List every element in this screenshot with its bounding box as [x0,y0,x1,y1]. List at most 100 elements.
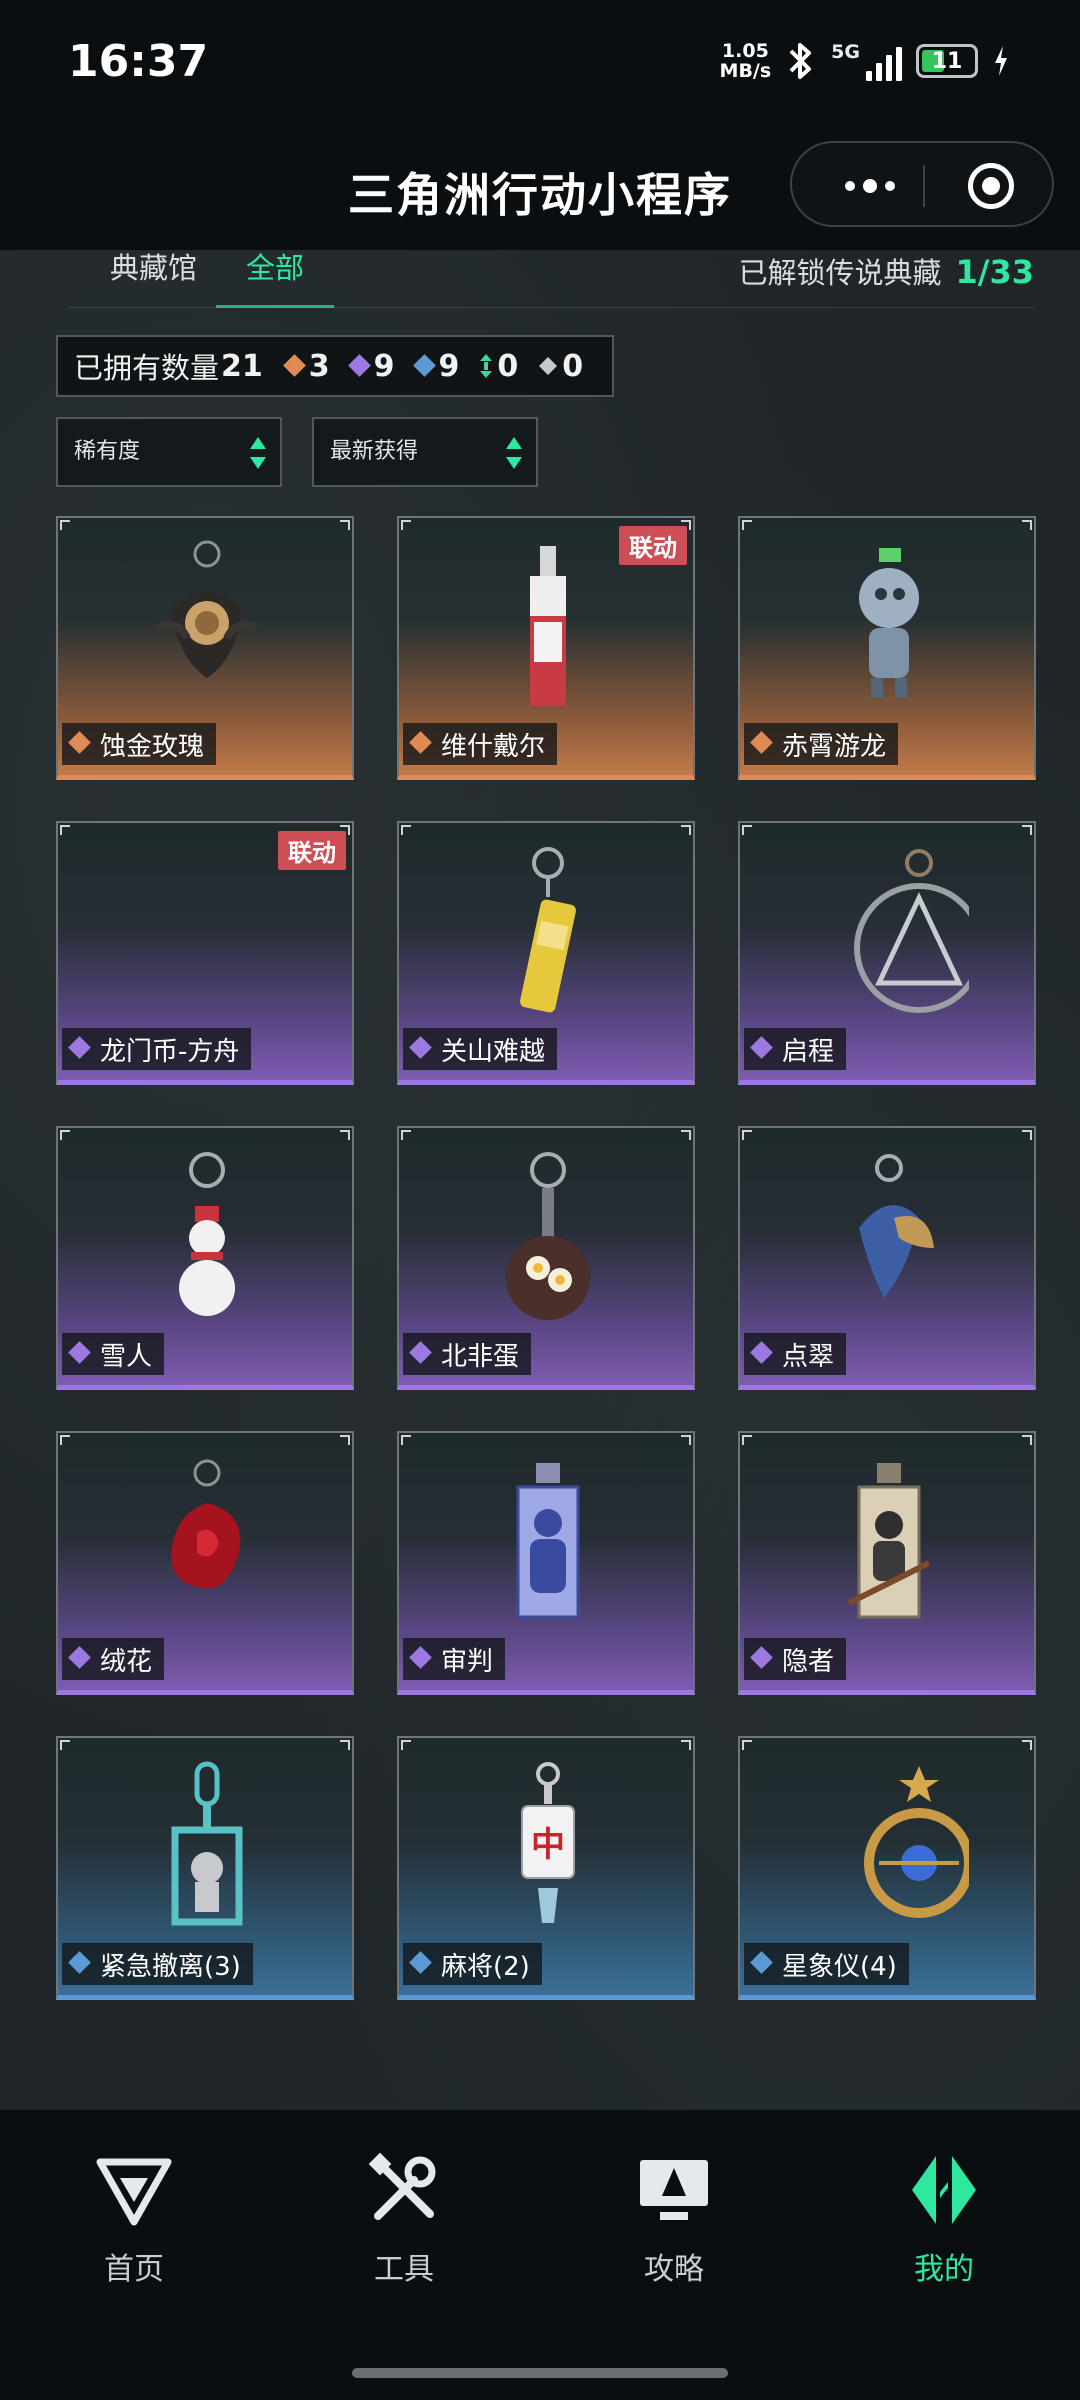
sort-arrows-icon [506,437,522,469]
collection-card[interactable]: 赤霄游龙 [738,516,1036,780]
tarot-card-art [516,1463,580,1619]
sort-arrows-icon [250,437,266,469]
bluetooth-icon [789,43,812,79]
rarity-purple-icon [411,1341,433,1365]
rarity-purple-icon [70,1036,92,1060]
rarity-purple-icon [752,1036,774,1060]
collection-tabs: 典藏馆 全部 已解锁传说典藏 1/33 [68,250,1034,308]
charging-icon [995,46,1007,76]
card-name-label: 星象仪(4) [744,1943,909,1985]
cellular-signal-icon: 5G [831,41,902,81]
collection-card[interactable]: 星象仪(4) [738,1736,1036,2000]
can-charm-art [520,847,576,1013]
collection-card[interactable]: 点翠 [738,1126,1036,1390]
rarity-purple-icon [752,1341,774,1365]
owned-summary: 已拥有数量 21 3 9 9 0 0 [56,335,614,397]
guide-icon [640,2160,708,2220]
card-name-label: 雪人 [62,1333,165,1375]
mahjong-tile-art: 中 [521,1762,575,1923]
battery-icon: 11 [916,44,978,78]
rarity-orange-icon [70,731,92,755]
collection-card[interactable]: 联动 龙门币-方舟 [56,821,354,1085]
rose-charm-art [157,540,257,678]
collection-card[interactable]: 雪人 [56,1126,354,1390]
unlock-count: 1/33 [955,253,1034,291]
tab-collection-hall[interactable]: 典藏馆 [110,250,197,308]
card-name-label: 启程 [744,1028,847,1070]
rarity-blue-icon [411,1951,433,1975]
more-options-icon[interactable] [820,143,920,229]
collection-card[interactable]: 中 麻将(2) [397,1736,695,2000]
collection-content: 典藏馆 全部 已解锁传说典藏1/33 已拥有数量 21 3 9 9 0 0 稀 [0,250,1080,2110]
card-name-label: 隐者 [744,1638,847,1680]
pan-charm-art [506,1152,590,1320]
rarity-orange-icon [285,354,305,377]
collection-card[interactable]: 紧急撤离(3) [56,1736,354,2000]
nav-home[interactable]: 首页 [54,2152,214,2288]
close-target-icon[interactable] [968,163,1014,209]
card-name-label: 龙门币-方舟 [62,1028,252,1070]
rarity-count-white: 0 [538,349,583,384]
rarity-purple-icon [350,354,370,377]
card-name-label: 麻将(2) [403,1943,542,1985]
tools-icon [368,2152,436,2220]
rarity-blue-icon [752,1951,774,1975]
status-bar: 16:37 1.05 MB/s 5G 11 [0,0,1080,125]
rarity-blue-icon [70,1951,92,1975]
legendary-unlock-progress: 已解锁传说典藏 1/33 [738,253,1035,291]
tab-all[interactable]: 全部 [215,250,335,308]
collection-card[interactable]: 关山难越 [397,821,695,1085]
nav-profile[interactable]: 我的 [864,2152,1024,2288]
rarity-purple-icon [70,1341,92,1365]
astrolabe-charm-art [864,1766,969,1918]
profile-logo-icon [912,2156,976,2224]
rarity-green-icon [480,354,493,378]
owned-count: 21 [221,348,263,384]
collab-tag: 联动 [278,831,346,870]
collection-card[interactable]: 绒花 [56,1431,354,1695]
collab-tag: 联动 [619,526,687,565]
rarity-count-green: 0 [479,349,518,384]
card-name-label: 维什戴尔 [403,723,558,765]
rarity-purple-icon [411,1646,433,1670]
card-name-label: 北非蛋 [403,1333,532,1375]
card-name-label: 审判 [403,1638,506,1680]
dragon-figure-art [859,548,919,698]
sort-order-select[interactable]: 最新获得 [312,417,538,487]
bird-charm-art [859,1154,934,1298]
rarity-purple-icon [411,1036,433,1060]
status-icons: 1.05 MB/s 5G 11 [720,36,1010,86]
collection-card[interactable]: 审判 [397,1431,695,1695]
evac-charm-art [171,1761,243,1926]
network-speed: 1.05 MB/s [719,40,772,82]
status-time: 16:37 [68,36,209,87]
rarity-count-blue: 9 [415,349,459,384]
card-charm-art [530,546,566,706]
snowman-charm-art [179,1152,235,1316]
rarity-count-purple: 9 [350,349,395,384]
home-indicator[interactable] [352,2368,728,2378]
nav-tools[interactable]: 工具 [324,2152,484,2288]
collection-card[interactable]: 启程 [738,821,1036,1085]
rarity-orange-icon [752,731,774,755]
card-name-label: 点翠 [744,1333,847,1375]
medal-charm-art [854,849,969,1013]
collection-card[interactable]: 蚀金玫瑰 [56,516,354,780]
bottom-navigation: 首页 工具 攻略 我的 [0,2110,1080,2400]
nav-guide[interactable]: 攻略 [594,2152,754,2288]
card-name-label: 绒花 [62,1638,165,1680]
card-name-label: 赤霄游龙 [744,723,899,765]
card-name-label: 关山难越 [403,1028,558,1070]
rarity-orange-icon [411,731,433,755]
collection-card[interactable]: 北非蛋 [397,1126,695,1390]
collection-card[interactable]: 联动 维什戴尔 [397,516,695,780]
rarity-filter-select[interactable]: 稀有度 [56,417,282,487]
collection-card[interactable]: 隐者 [738,1431,1036,1695]
card-name-label: 蚀金玫瑰 [62,723,217,765]
red-rose-charm-art [171,1459,241,1589]
rarity-purple-icon [752,1646,774,1670]
mini-program-capsule [790,141,1054,227]
home-logo-icon [96,2158,172,2226]
rarity-white-icon [539,357,558,375]
rarity-purple-icon [70,1646,92,1670]
